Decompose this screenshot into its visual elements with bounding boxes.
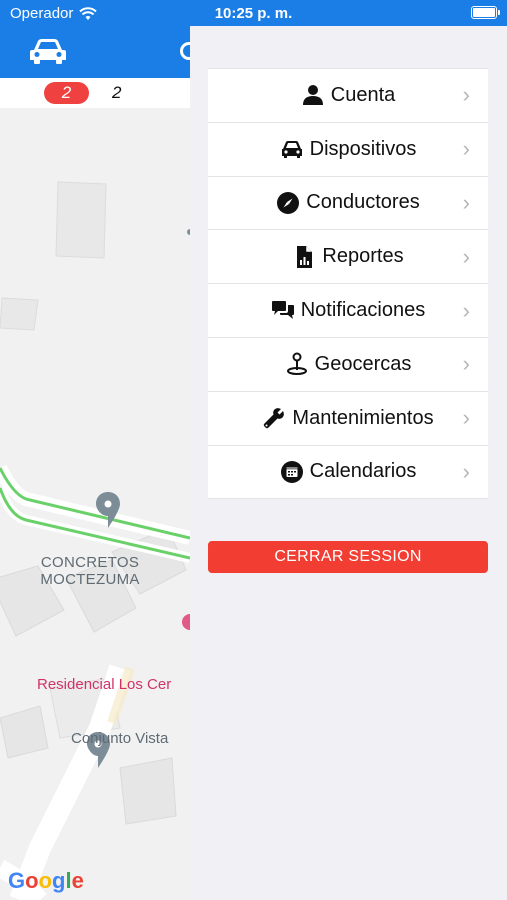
menu-item-geocercas[interactable]: Geocercas ›: [208, 338, 488, 392]
side-menu: Cuenta › Dispositivos › Conductores › Re…: [190, 26, 507, 900]
menu-item-label: Calendarios: [309, 460, 417, 483]
logout-button[interactable]: CERRAR SESSION: [208, 541, 488, 573]
person-icon: [302, 85, 323, 106]
poi-concretos[interactable]: CONCRETOS MOCTEZUMA: [30, 554, 150, 588]
calendar-icon: [280, 460, 303, 483]
google-logo: Google: [8, 868, 84, 893]
chat-icon: [271, 300, 294, 319]
menu-item-label: Notificaciones: [300, 299, 426, 322]
poi-residencial[interactable]: Residencial Los Cer: [37, 676, 171, 693]
chevron-right-icon: ›: [462, 136, 470, 162]
chevron-right-icon: ›: [462, 297, 470, 323]
menu-item-label: Dispositivos: [309, 137, 417, 160]
map-header: [0, 26, 190, 78]
menu-item-reportes[interactable]: Reportes ›: [208, 230, 488, 285]
report-icon: [297, 245, 313, 268]
alert-count-badge[interactable]: 2: [44, 82, 89, 104]
chevron-right-icon: ›: [462, 82, 470, 108]
poi-conjunto[interactable]: Conjunto Vista: [71, 730, 168, 747]
menu-item-label: Conductores: [306, 191, 420, 214]
menu-item-label: Cuenta: [330, 83, 396, 106]
car-icon[interactable]: [28, 36, 68, 66]
counters-bar: 2 2: [0, 78, 190, 108]
menu-item-calendarios[interactable]: Calendarios ›: [208, 446, 488, 500]
battery-icon: [471, 6, 500, 19]
chevron-right-icon: ›: [462, 189, 470, 215]
car-icon: [281, 141, 302, 159]
map-graphics: [0, 181, 190, 900]
poi-concretos-line1: CONCRETOS: [40, 554, 140, 571]
menu-item-dispositivos[interactable]: Dispositivos ›: [208, 123, 488, 177]
menu-item-conductores[interactable]: Conductores ›: [208, 177, 488, 231]
menu-item-label: Geocercas: [314, 352, 412, 375]
compass-icon: [277, 191, 300, 214]
device-count[interactable]: 2: [112, 82, 121, 104]
status-bar: Operador 10:25 p. m.: [0, 0, 507, 26]
menu-item-label: Mantenimientos: [292, 406, 434, 429]
chevron-right-icon: ›: [462, 243, 470, 269]
map-view[interactable]: CONCRETOS MOCTEZUMA Residencial Los Cer …: [0, 108, 190, 900]
chevron-right-icon: ›: [462, 405, 470, 431]
wrench-icon: [264, 408, 285, 429]
menu-list: Cuenta › Dispositivos › Conductores › Re…: [208, 68, 488, 500]
menu-item-mantenimientos[interactable]: Mantenimientos ›: [208, 392, 488, 446]
map-pin-icon: [286, 352, 307, 376]
poi-concretos-line2: MOCTEZUMA: [40, 571, 140, 588]
menu-item-label: Reportes: [322, 245, 404, 268]
status-time: 10:25 p. m.: [214, 5, 293, 22]
menu-item-cuenta[interactable]: Cuenta ›: [208, 69, 488, 123]
chevron-right-icon: ›: [462, 351, 470, 377]
map-panel: 2 2 CONCRETOS MOCTEZUMA Residencial Los …: [0, 26, 190, 900]
chevron-right-icon: ›: [462, 458, 470, 484]
tab-partial-icon[interactable]: [180, 42, 190, 60]
menu-item-notificaciones[interactable]: Notificaciones ›: [208, 284, 488, 338]
